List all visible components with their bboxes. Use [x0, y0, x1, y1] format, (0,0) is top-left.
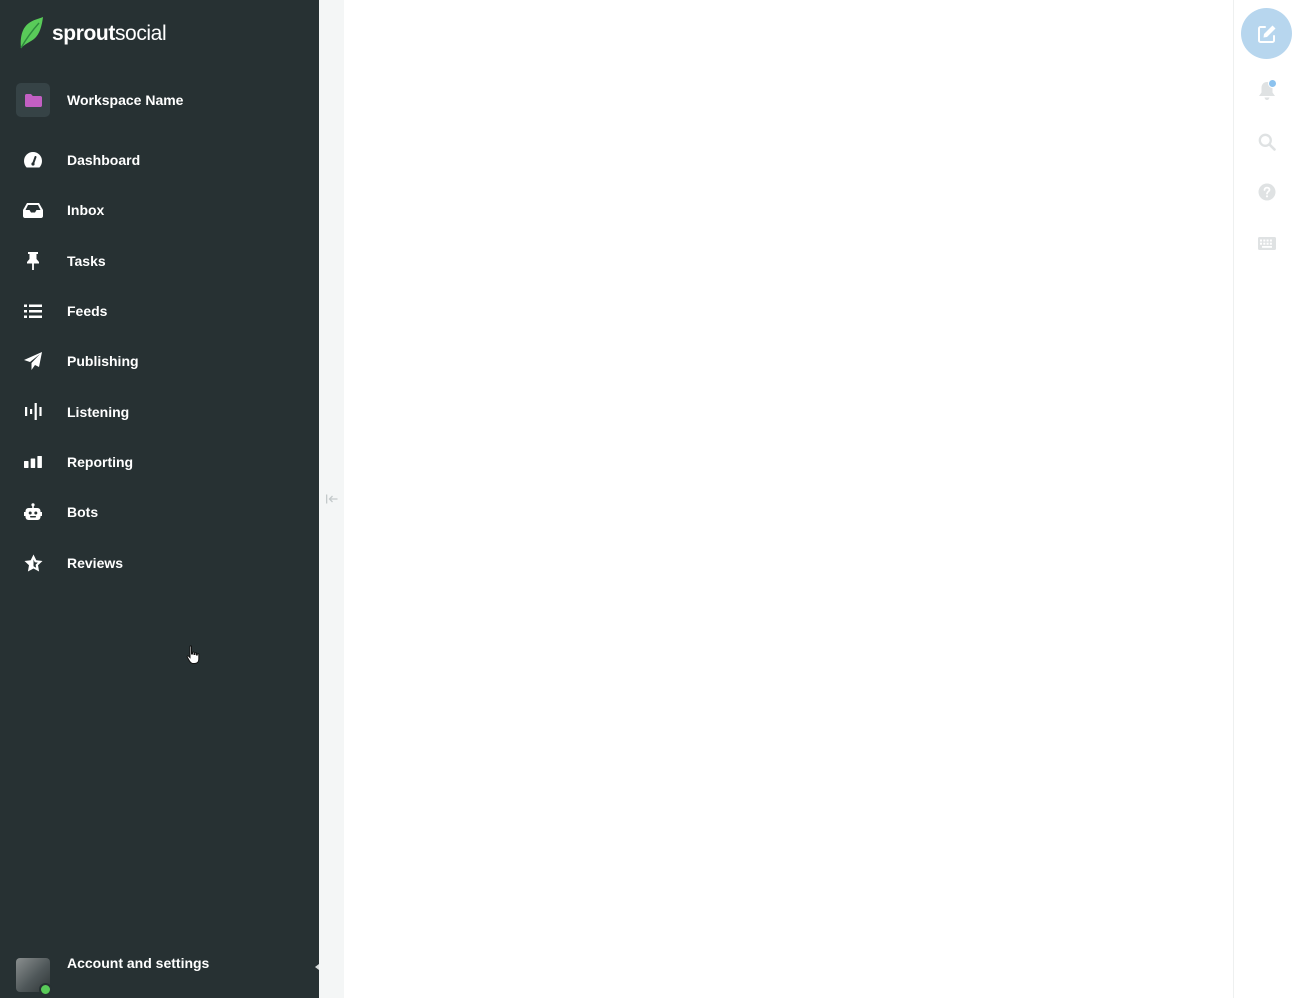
sidebar-item-listening[interactable]: Listening: [0, 386, 319, 436]
sidebar-item-publishing[interactable]: Publishing: [0, 336, 319, 386]
sidebar-item-label: Publishing: [67, 353, 139, 370]
sidebar: sproutsocial Workspace Name Dashboard In…: [0, 0, 319, 998]
sidebar-item-reporting[interactable]: Reporting: [0, 437, 319, 487]
avatar: [16, 958, 52, 996]
help-icon: [1258, 183, 1276, 201]
notifications-button[interactable]: [1257, 79, 1277, 101]
collapse-sidebar-icon[interactable]: [325, 492, 339, 506]
sidebar-item-inbox[interactable]: Inbox: [0, 185, 319, 235]
sidebar-item-label: Tasks: [67, 252, 106, 269]
hand-cursor-icon: [186, 645, 202, 670]
app-window: sproutsocial Workspace Name Dashboard In…: [0, 0, 1300, 998]
online-status-dot: [39, 983, 52, 996]
sprout-leaf-icon: [20, 17, 43, 49]
sidebar-item-label: Dashboard: [67, 152, 141, 169]
sidebar-item-dashboard[interactable]: Dashboard: [0, 135, 319, 185]
compose-button[interactable]: [1241, 8, 1292, 59]
keyboard-icon: [1258, 236, 1276, 250]
workspace-switcher[interactable]: Workspace Name: [16, 83, 183, 117]
star-icon: [23, 553, 43, 573]
main-content: [344, 0, 1233, 998]
paper-plane-icon: [23, 351, 43, 371]
sidebar-item-feeds[interactable]: Feeds: [0, 286, 319, 336]
search-button[interactable]: [1257, 132, 1277, 152]
help-button[interactable]: [1257, 182, 1277, 202]
sidebar-item-bots[interactable]: Bots: [0, 487, 319, 537]
main-nav: Dashboard Inbox Tasks Feeds Publishing L…: [0, 135, 319, 588]
gauge-icon: [23, 150, 43, 170]
sidebar-item-tasks[interactable]: Tasks: [0, 236, 319, 286]
account-and-settings[interactable]: Account and settings: [16, 944, 319, 996]
sidebar-collapse-strip: [319, 0, 344, 998]
folder-icon: [24, 93, 42, 107]
compose-icon: [1257, 25, 1275, 43]
search-icon: [1258, 133, 1276, 151]
sound-wave-icon: [23, 402, 43, 422]
sidebar-item-label: Feeds: [67, 303, 108, 320]
sidebar-item-reviews[interactable]: Reviews: [0, 537, 319, 587]
sprout-social-logo[interactable]: sproutsocial: [18, 17, 167, 49]
right-rail: [1233, 0, 1300, 998]
keyboard-shortcuts-button[interactable]: [1257, 233, 1277, 253]
notification-badge: [1268, 79, 1277, 88]
account-label: Account and settings: [67, 955, 210, 971]
bar-chart-icon: [23, 452, 43, 472]
robot-icon: [23, 502, 43, 522]
sidebar-item-label: Listening: [67, 403, 130, 420]
list-icon: [23, 301, 43, 321]
logo-wordmark: sproutsocial: [52, 21, 167, 45]
sidebar-item-label: Reporting: [67, 453, 134, 470]
sidebar-item-label: Reviews: [67, 554, 124, 571]
pin-icon: [23, 251, 43, 271]
sidebar-item-label: Bots: [67, 504, 99, 521]
workspace-icon-tile: [16, 83, 50, 117]
sidebar-item-label: Inbox: [67, 202, 105, 219]
workspace-name: Workspace Name: [67, 92, 184, 108]
inbox-icon: [23, 200, 43, 220]
